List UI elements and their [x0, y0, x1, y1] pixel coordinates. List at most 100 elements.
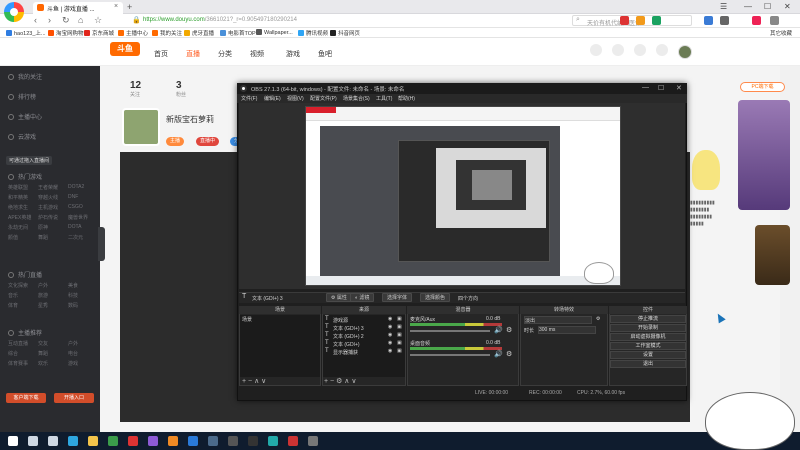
- obs-icon[interactable]: [248, 436, 258, 446]
- lock-icon[interactable]: ▣: [397, 340, 402, 346]
- sidebar-link[interactable]: 舞蹈: [38, 350, 48, 357]
- message-icon[interactable]: [612, 44, 624, 56]
- sidebar-item-center[interactable]: 主播中心: [8, 112, 42, 121]
- new-tab-icon[interactable]: +: [127, 2, 132, 12]
- sidebar-link[interactable]: 体育赛事: [8, 360, 28, 367]
- source-controls[interactable]: + − ⚙ ∧ ∨: [324, 378, 356, 386]
- other-bookmarks[interactable]: 其它收藏: [770, 29, 792, 37]
- obs-menu-profile[interactable]: 配置文件(P): [310, 95, 337, 102]
- source-item[interactable]: 文本 (GDI+) 2: [333, 333, 364, 340]
- duration-input[interactable]: 300 ms: [538, 326, 596, 334]
- browser-tab[interactable]: 斗鱼 | 游戏直播 ...: [33, 2, 123, 14]
- source-item[interactable]: 显示器捕获: [333, 349, 358, 356]
- sidebar-link[interactable]: 绝地求生: [8, 204, 28, 211]
- sidebar-link[interactable]: 体育: [8, 302, 18, 309]
- properties-button[interactable]: ⚙ 属性: [326, 293, 352, 302]
- bookmark-item[interactable]: 虎牙直播: [184, 29, 214, 37]
- gear-icon[interactable]: ⚙: [596, 316, 600, 322]
- app-dark-icon[interactable]: [228, 436, 238, 446]
- douyu-logo[interactable]: 斗鱼: [110, 42, 140, 56]
- sidebar-link[interactable]: 户外: [68, 340, 78, 347]
- home-icon[interactable]: ⌂: [78, 15, 83, 25]
- minimize-icon[interactable]: —: [744, 2, 752, 11]
- sidebar-link[interactable]: 户外: [38, 282, 48, 289]
- bookmark-item[interactable]: 京东商城: [84, 29, 114, 37]
- history-icon[interactable]: [590, 44, 602, 56]
- promo-banner[interactable]: [738, 100, 790, 210]
- reload-icon[interactable]: ↻: [62, 15, 70, 26]
- sidebar-link[interactable]: 互动直播: [8, 340, 28, 347]
- obs-menu-view[interactable]: 视图(V): [287, 95, 304, 102]
- sidebar-link[interactable]: 炉石传说: [38, 214, 58, 221]
- gear-icon[interactable]: ⚙: [506, 350, 512, 358]
- obs-maximize-icon[interactable]: ☐: [658, 84, 664, 92]
- sidebar-link[interactable]: 原神: [38, 224, 48, 231]
- sidebar-link[interactable]: 音乐: [8, 292, 18, 299]
- stop-streaming-button[interactable]: 停止推流: [610, 315, 686, 323]
- scene-controls[interactable]: + − ∧ ∨: [242, 378, 266, 386]
- sidebar-link[interactable]: 美食: [68, 282, 78, 289]
- sidebar-link[interactable]: 英雄联盟: [8, 184, 28, 191]
- search-input[interactable]: 天价有机代纳入医保: [572, 15, 692, 27]
- eye-icon[interactable]: ◉: [388, 332, 392, 338]
- obs-menu-tools[interactable]: 工具(T): [376, 95, 392, 102]
- eye-icon[interactable]: ◉: [388, 340, 392, 346]
- bookmark-item[interactable]: Wallpaper...: [256, 29, 293, 36]
- sidebar-link[interactable]: 穿越火线: [38, 194, 58, 201]
- sidebar-link[interactable]: 二次元: [68, 234, 83, 241]
- lock-icon[interactable]: ▣: [397, 324, 402, 330]
- bookmark-item[interactable]: 淘宝网购物: [48, 29, 84, 37]
- studio-mode-button[interactable]: 工作室模式: [610, 342, 686, 350]
- scene-item[interactable]: 场景: [242, 316, 252, 323]
- lock-icon[interactable]: ▣: [397, 316, 402, 322]
- explorer-icon[interactable]: [88, 436, 98, 446]
- sidebar-item-rank[interactable]: 排行榜: [8, 92, 36, 101]
- app-purple-icon[interactable]: [148, 436, 158, 446]
- obs-menu-scene-collection[interactable]: 场景集合(S): [343, 95, 370, 102]
- nav-category[interactable]: 分类: [218, 49, 232, 59]
- sidebar-item-cloud[interactable]: 云游戏: [8, 132, 36, 141]
- extension-icon[interactable]: [652, 16, 661, 25]
- app-gray-icon[interactable]: [308, 436, 318, 446]
- edge-icon[interactable]: [68, 436, 78, 446]
- sidebar-link[interactable]: CSGO: [68, 204, 83, 210]
- nav-game[interactable]: 游戏: [286, 49, 300, 59]
- obs-close-icon[interactable]: ✕: [676, 84, 682, 92]
- sidebar-link[interactable]: 欢乐: [38, 360, 48, 367]
- filters-button[interactable]: ◐ 滤镜: [350, 293, 375, 302]
- sidebar-link[interactable]: 和平精英: [8, 194, 28, 201]
- nav-home[interactable]: 首页: [154, 49, 168, 59]
- search-icon[interactable]: [28, 436, 38, 446]
- extension-icon[interactable]: [620, 16, 629, 25]
- source-item[interactable]: 游戏源: [333, 317, 348, 324]
- source-item[interactable]: 文本 (GDI+) 3: [333, 325, 364, 332]
- sidebar-link[interactable]: 王者荣耀: [38, 184, 58, 191]
- volume-slider[interactable]: [410, 354, 490, 356]
- star-icon[interactable]: ☆: [94, 15, 102, 26]
- user-avatar[interactable]: [678, 45, 692, 59]
- app-teal-icon[interactable]: [268, 436, 278, 446]
- sidebar-link[interactable]: 旅游: [38, 292, 48, 299]
- extension-icon[interactable]: [720, 16, 729, 25]
- lock-icon[interactable]: ▣: [397, 332, 402, 338]
- start-recording-button[interactable]: 开始录制: [610, 324, 686, 332]
- sidebar-link[interactable]: 游戏: [68, 360, 78, 367]
- sidebar-link[interactable]: DOTA2: [68, 184, 84, 190]
- bookmark-item[interactable]: 腾讯视频: [298, 29, 328, 37]
- start-icon[interactable]: [8, 436, 18, 446]
- pc-download-button[interactable]: PC端下载: [740, 82, 785, 92]
- sidebar-link[interactable]: DNF: [68, 194, 78, 200]
- forward-icon[interactable]: ›: [48, 15, 51, 25]
- eye-icon[interactable]: ◉: [388, 348, 392, 354]
- close-window-icon[interactable]: ✕: [784, 2, 791, 11]
- sidebar-link[interactable]: DOTA: [68, 224, 82, 230]
- bookmark-item[interactable]: hao123_上...: [6, 29, 46, 37]
- menu-icon[interactable]: ☰: [720, 2, 727, 11]
- exit-button[interactable]: 退出: [610, 360, 686, 368]
- obs-menu-edit[interactable]: 编辑(E): [264, 95, 281, 102]
- sidebar-link[interactable]: 科技: [68, 292, 78, 299]
- virtual-camera-button[interactable]: 启动虚拟摄像机: [610, 333, 686, 341]
- speaker-icon[interactable]: 🔊: [494, 326, 503, 334]
- bookmark-item[interactable]: 主播中心: [118, 29, 148, 37]
- sidebar-link[interactable]: 永劫无间: [8, 224, 28, 231]
